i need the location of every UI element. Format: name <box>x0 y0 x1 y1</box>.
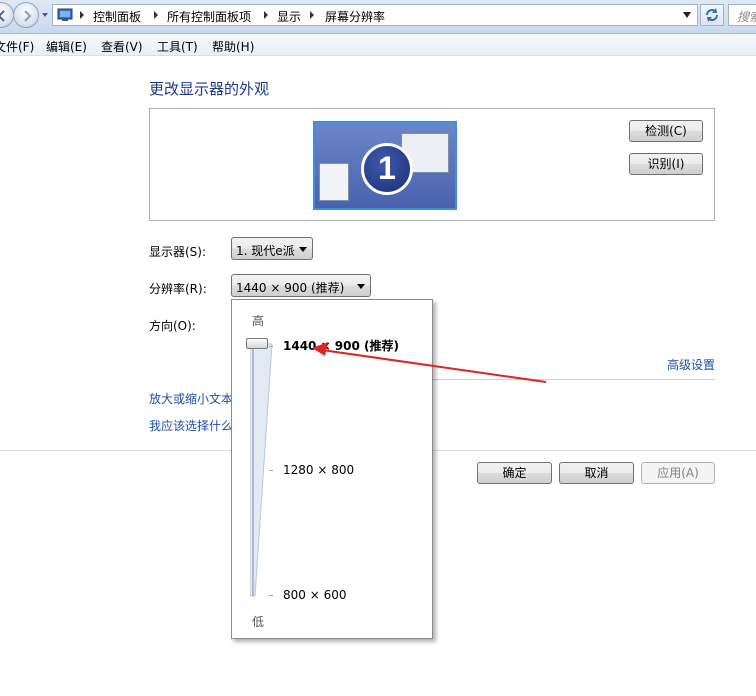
monitor-number-badge: 1 <box>361 143 413 195</box>
slider-tick <box>269 595 273 596</box>
address-toolbar: 控制面板 所有控制面板项 显示 屏幕分辨率 搜索 <box>0 0 756 34</box>
menu-bar: 文件(F) 编辑(E) 查看(V) 工具(T) 帮助(H) <box>0 34 756 56</box>
menu-edit[interactable]: 编辑(E) <box>46 38 87 55</box>
history-dropdown-icon[interactable] <box>41 11 49 19</box>
detect-button[interactable]: 检测(C) <box>629 120 703 142</box>
address-bar[interactable]: 控制面板 所有控制面板项 显示 屏幕分辨率 <box>52 4 698 26</box>
breadcrumb-chevron-icon[interactable] <box>153 10 159 20</box>
resolution-select[interactable]: 1440 × 900 (推荐) <box>231 274 371 297</box>
breadcrumb-all-items[interactable]: 所有控制面板项 <box>167 8 251 25</box>
chevron-down-icon <box>357 284 365 289</box>
slider-thumb[interactable] <box>246 338 268 349</box>
display-label: 显示器(S): <box>149 245 207 259</box>
refresh-button[interactable] <box>700 4 724 26</box>
monitor-thumbnail[interactable]: 1 <box>313 121 457 210</box>
address-dropdown-icon[interactable] <box>683 12 691 18</box>
breadcrumb-chevron-icon[interactable] <box>309 10 315 20</box>
menu-view[interactable]: 查看(V) <box>101 38 143 55</box>
control-panel-icon <box>57 8 73 21</box>
resolution-option-selected[interactable]: 1440 × 900 (推荐) <box>283 337 399 354</box>
menu-help[interactable]: 帮助(H) <box>212 38 254 55</box>
resolution-option[interactable]: 1280 × 800 <box>283 463 354 477</box>
slider-tick <box>269 470 273 471</box>
breadcrumb-screen-resolution[interactable]: 屏幕分辨率 <box>325 8 385 25</box>
menu-tools[interactable]: 工具(T) <box>157 38 198 55</box>
back-arrow-icon <box>0 10 5 22</box>
forward-arrow-icon <box>24 10 32 22</box>
breadcrumb-chevron-icon[interactable] <box>79 10 85 20</box>
forward-button[interactable] <box>13 2 39 28</box>
refresh-icon <box>706 8 718 22</box>
low-label: 低 <box>252 615 265 629</box>
orientation-label: 方向(O): <box>149 319 196 333</box>
slider-tick <box>269 346 273 347</box>
resolution-option[interactable]: 800 × 600 <box>283 588 347 602</box>
breadcrumb-chevron-icon[interactable] <box>263 10 269 20</box>
monitor-arrangement-panel: 1 检测(C) 识别(I) <box>149 108 715 221</box>
high-label: 高 <box>252 314 265 328</box>
back-button[interactable] <box>0 2 14 28</box>
search-input[interactable]: 搜索 <box>728 4 756 26</box>
monitor-window-graphic <box>319 163 349 201</box>
display-select[interactable]: 1. 现代e派 <box>231 237 313 260</box>
resolution-slider-popup: 高 1440 × 900 (推荐) 1280 × 800 800 × 600 低 <box>231 299 433 639</box>
ok-button[interactable]: 确定 <box>477 462 552 484</box>
breadcrumb-display[interactable]: 显示 <box>277 8 301 25</box>
text-size-link[interactable]: 放大或缩小文本 <box>149 390 233 407</box>
resolution-label: 分辨率(R): <box>149 282 207 296</box>
resolution-select-value: 1440 × 900 (推荐) <box>236 281 345 295</box>
apply-button[interactable]: 应用(A) <box>641 462 715 484</box>
settings-help-link[interactable]: 我应该选择什么 <box>149 417 233 434</box>
identify-button[interactable]: 识别(I) <box>629 153 703 175</box>
menu-file[interactable]: 文件(F) <box>0 38 34 55</box>
breadcrumb-control-panel[interactable]: 控制面板 <box>93 8 141 25</box>
display-select-value: 1. 现代e派 <box>236 244 295 258</box>
page-title: 更改显示器的外观 <box>149 80 270 98</box>
cancel-button[interactable]: 取消 <box>559 462 634 484</box>
advanced-settings-link[interactable]: 高级设置 <box>667 356 715 373</box>
chevron-down-icon <box>299 247 307 252</box>
